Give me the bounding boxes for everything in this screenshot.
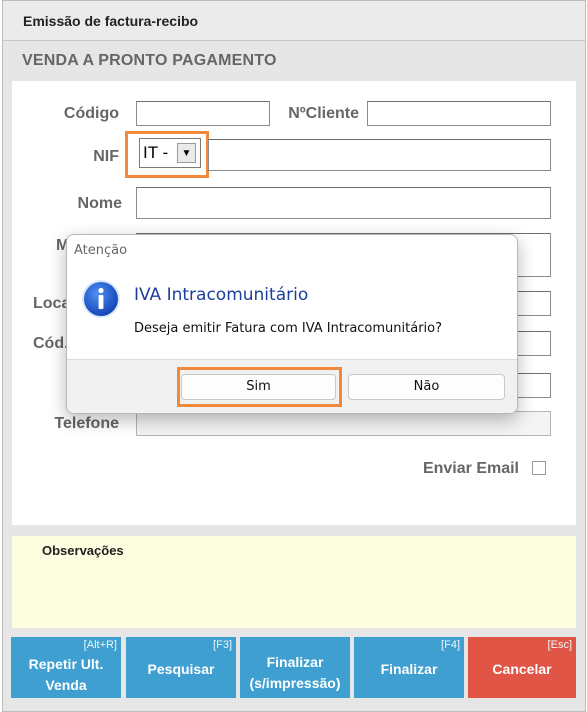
ncliente-label: NºCliente: [288, 105, 359, 122]
enviar-email-checkbox[interactable]: [532, 461, 546, 475]
nome-label: Nome: [77, 195, 122, 212]
telefone-label: Telefone: [54, 415, 119, 432]
observacoes-panel[interactable]: Observações: [12, 536, 576, 628]
repetir-ultima-venda-button[interactable]: [Alt+R] Repetir Ult. Venda: [11, 637, 121, 698]
pesquisar-button[interactable]: [F3] Pesquisar: [126, 637, 236, 698]
finalizar-shortcut: [F4]: [441, 639, 460, 651]
repetir-label: Repetir Ult. Venda: [28, 656, 104, 693]
window-titlebar: Emissão de factura-recibo: [3, 1, 585, 41]
ncliente-input[interactable]: [367, 101, 551, 126]
codigo-label: Código: [63, 105, 119, 122]
finalizar-sem-impressao-button[interactable]: Finalizar (s/impressão): [240, 637, 350, 698]
section-title: VENDA A PRONTO PAGAMENTO: [22, 52, 277, 69]
nif-highlight: [125, 131, 209, 178]
pesquisar-shortcut: [F3]: [213, 639, 232, 651]
nif-input[interactable]: [208, 139, 551, 171]
cancelar-label: Cancelar: [492, 661, 552, 677]
nif-label: NIF: [93, 148, 119, 165]
dialog-title: Atenção: [74, 243, 128, 258]
finalizar-label: Finalizar: [380, 661, 438, 677]
cancelar-button[interactable]: [Esc] Cancelar: [468, 637, 576, 698]
pesquisar-label: Pesquisar: [147, 661, 215, 677]
telefone-input[interactable]: [136, 411, 551, 436]
observacoes-label: Observações: [42, 543, 124, 558]
sim-highlight: [177, 367, 342, 407]
window-title: Emissão de factura-recibo: [23, 13, 199, 29]
repetir-shortcut: [Alt+R]: [83, 639, 117, 651]
dialog-heading: IVA Intracomunitário: [134, 285, 309, 305]
codigo-input[interactable]: [136, 101, 270, 126]
nome-input[interactable]: [136, 187, 551, 219]
finalizar-button[interactable]: [F4] Finalizar: [354, 637, 464, 698]
enviar-email-label: Enviar Email: [422, 460, 519, 477]
finalizar-sem-impressao-label: Finalizar (s/impressão): [249, 654, 341, 691]
nao-button[interactable]: Não: [348, 374, 505, 400]
dialog-message: Deseja emitir Fatura com IVA Intracomuni…: [134, 321, 443, 336]
info-icon: [81, 279, 121, 319]
cancelar-shortcut: [Esc]: [547, 639, 572, 651]
